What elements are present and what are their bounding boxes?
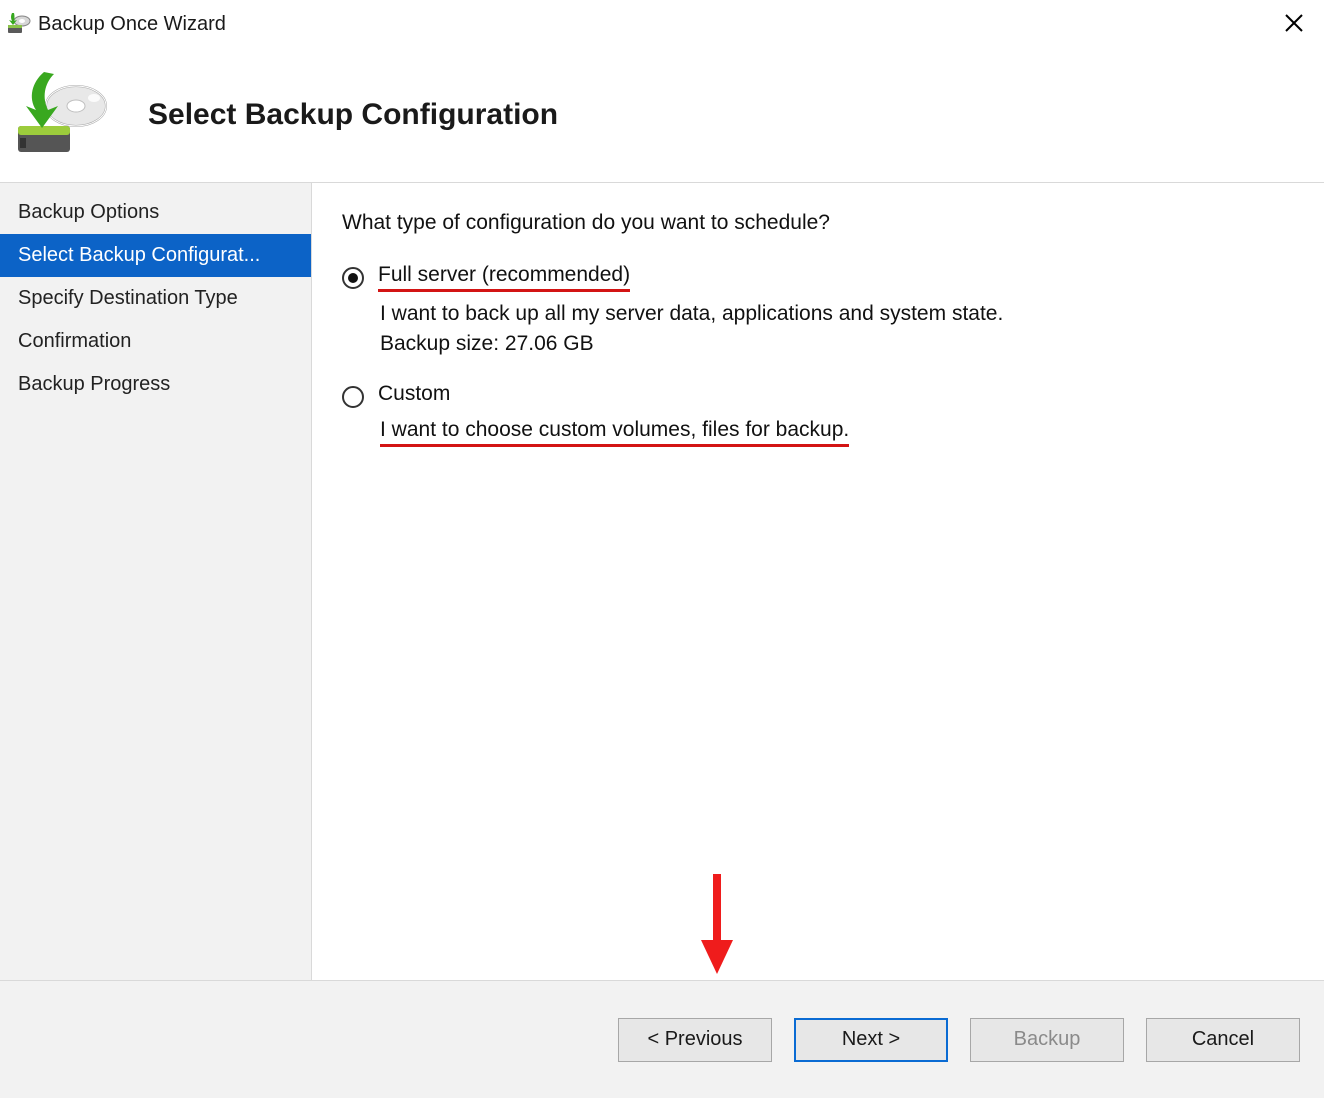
wizard-steps-sidebar: Backup Options Select Backup Configurat.… — [0, 183, 312, 980]
wizard-header: Select Backup Configuration — [0, 48, 1324, 182]
option-full-server[interactable]: Full server (recommended) — [342, 263, 1288, 292]
radio-custom[interactable] — [342, 386, 364, 408]
radio-full-server[interactable] — [342, 267, 364, 289]
step-destination-type[interactable]: Specify Destination Type — [0, 277, 311, 320]
step-select-config[interactable]: Select Backup Configurat... — [0, 234, 311, 277]
wizard-header-icon — [14, 70, 124, 160]
annotation-arrow-icon — [697, 870, 737, 980]
option-full-server-label: Full server (recommended) — [378, 263, 630, 292]
app-icon — [6, 11, 32, 37]
option-full-server-desc: I want to back up all my server data, ap… — [380, 302, 1288, 326]
wizard-footer: < Previous Next > Backup Cancel — [0, 980, 1324, 1098]
wizard-content: What type of configuration do you want t… — [312, 183, 1324, 980]
next-button[interactable]: Next > — [794, 1018, 948, 1062]
option-custom-label: Custom — [378, 382, 450, 406]
page-title: Select Backup Configuration — [148, 98, 558, 132]
cancel-button[interactable]: Cancel — [1146, 1018, 1300, 1062]
window-title: Backup Once Wizard — [38, 13, 1274, 36]
close-icon[interactable] — [1274, 6, 1314, 42]
config-prompt: What type of configuration do you want t… — [342, 211, 1288, 235]
window-titlebar: Backup Once Wizard — [0, 0, 1324, 48]
step-backup-progress[interactable]: Backup Progress — [0, 363, 311, 406]
step-backup-options[interactable]: Backup Options — [0, 191, 311, 234]
option-full-server-size: Backup size: 27.06 GB — [380, 332, 1288, 356]
wizard-body: Backup Options Select Backup Configurat.… — [0, 182, 1324, 980]
step-confirmation[interactable]: Confirmation — [0, 320, 311, 363]
option-custom[interactable]: Custom — [342, 382, 1288, 408]
option-custom-desc: I want to choose custom volumes, files f… — [380, 418, 1288, 447]
previous-button[interactable]: < Previous — [618, 1018, 772, 1062]
backup-button: Backup — [970, 1018, 1124, 1062]
